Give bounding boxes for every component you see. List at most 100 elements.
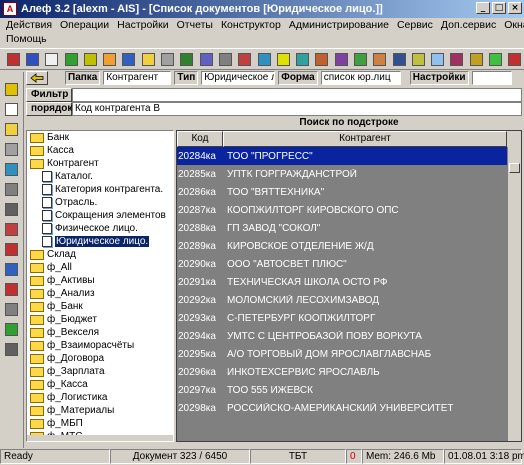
menu-item-r1-5[interactable]: Администрирование — [289, 19, 389, 31]
catalog-tree[interactable]: Банк Касса Контрагент Каталог. Категория кон… — [26, 130, 174, 442]
left-toolbar-button-11[interactable] — [3, 300, 21, 318]
back-arrow-button[interactable] — [26, 71, 48, 85]
toolbar-button-4[interactable] — [81, 50, 99, 69]
toolbar-button-5[interactable] — [100, 50, 118, 69]
table-row[interactable]: 20285ка УПТК ГОРГРАЖДАНСТРОЙ — [177, 165, 521, 183]
tree-node[interactable]: Юридическое лицо. — [27, 235, 173, 248]
toolbar-button-12[interactable] — [236, 50, 254, 69]
toolbar-button-16[interactable] — [313, 50, 331, 69]
tree-node[interactable]: ф_Банк — [27, 300, 173, 313]
toolbar-button-25[interactable] — [486, 50, 504, 69]
left-toolbar-button-10[interactable] — [3, 280, 21, 298]
tree-node[interactable]: Касса — [27, 144, 173, 157]
tree-node[interactable]: ф_Материалы — [27, 404, 173, 417]
minimize-button[interactable]: _ — [476, 2, 490, 14]
toolbar-button-15[interactable] — [293, 50, 311, 69]
left-toolbar-button-13[interactable] — [3, 340, 21, 358]
toolbar-button-19[interactable] — [371, 50, 389, 69]
toolbar-button-8[interactable] — [158, 50, 176, 69]
tree-node[interactable]: Контрагент — [27, 157, 173, 170]
tree-node[interactable]: ф_Договора — [27, 352, 173, 365]
tree-node[interactable]: ф_Логистика — [27, 391, 173, 404]
table-row[interactable]: 20284ка ТОО "ПРОГРЕСС" — [177, 147, 521, 165]
toolbar-button-6[interactable] — [120, 50, 138, 69]
toolbar-button-11[interactable] — [216, 50, 234, 69]
left-toolbar-button-2[interactable] — [3, 120, 21, 138]
menu-item-r1-6[interactable]: Сервис — [397, 19, 433, 31]
settings-field[interactable] — [471, 71, 512, 85]
toolbar-button-22[interactable] — [429, 50, 447, 69]
left-toolbar-button-4[interactable] — [3, 160, 21, 178]
tree-node[interactable]: ф_All — [27, 261, 173, 274]
left-toolbar-button-6[interactable] — [3, 200, 21, 218]
toolbar-button-24[interactable] — [467, 50, 485, 69]
toolbar-button-10[interactable] — [197, 50, 215, 69]
tree-node[interactable]: ф_Бюджет — [27, 313, 173, 326]
table-row[interactable]: 20289ка КИРОВСКОЕ ОТДЕЛЕНИЕ Ж/Д — [177, 237, 521, 255]
scrollbar-thumb[interactable] — [509, 163, 520, 173]
toolbar-button-0[interactable] — [4, 50, 22, 69]
tree-node[interactable]: Банк — [27, 131, 173, 144]
table-row[interactable]: 20291ка ТЕХНИЧЕСКАЯ ШКОЛА ОСТО РФ — [177, 273, 521, 291]
toolbar-button-1[interactable] — [23, 50, 41, 69]
order-field[interactable]: Код контрагента В — [72, 102, 522, 116]
toolbar-button-9[interactable] — [178, 50, 196, 69]
table-row[interactable]: 20293ка С-ПЕТЕРБУРГ КООПЖИЛТОРГ — [177, 309, 521, 327]
close-button[interactable]: × — [508, 2, 522, 14]
tree-node[interactable]: Склад — [27, 248, 173, 261]
table-row[interactable]: 20290ка ООО "АВТОСВЕТ ПЛЮС" — [177, 255, 521, 273]
menu-item-r1-7[interactable]: Доп.сервис — [441, 19, 496, 31]
col-header-code[interactable]: Код — [177, 131, 223, 147]
left-toolbar-button-7[interactable] — [3, 220, 21, 238]
toolbar-button-7[interactable] — [139, 50, 157, 69]
menu-item-r1-1[interactable]: Операции — [60, 19, 109, 31]
table-row[interactable]: 20298ка РОССИЙСКО-АМЕРИКАНСКИЙ УНИВЕРСИТЕ… — [177, 399, 521, 417]
toolbar-button-26[interactable] — [506, 50, 524, 69]
left-toolbar-button-0[interactable] — [3, 80, 21, 98]
tree-node[interactable]: ф_Касса — [27, 378, 173, 391]
menu-item-r1-2[interactable]: Настройки — [117, 19, 169, 31]
table-row[interactable]: 20297ка ТОО 555 ИЖЕВСК — [177, 381, 521, 399]
menu-item-r1-0[interactable]: Действия — [6, 19, 52, 31]
tree-node[interactable]: ф_Анализ — [27, 287, 173, 300]
toolbar-button-17[interactable] — [332, 50, 350, 69]
table-row[interactable]: 20288ка ГП ЗАВОД "СОКОЛ" — [177, 219, 521, 237]
toolbar-button-13[interactable] — [255, 50, 273, 69]
maximize-button[interactable]: □ — [492, 2, 506, 14]
tree-node[interactable]: ф_Активы — [27, 274, 173, 287]
left-toolbar-button-8[interactable] — [3, 240, 21, 258]
tree-node[interactable]: Категория контрагента. — [27, 183, 173, 196]
tree-node[interactable]: Каталог. — [27, 170, 173, 183]
order-button[interactable]: порядок — [26, 102, 72, 116]
col-header-name[interactable]: Контрагент — [223, 131, 507, 147]
left-toolbar-button-12[interactable] — [3, 320, 21, 338]
tree-node[interactable]: Физическое лицо. — [27, 222, 173, 235]
table-row[interactable]: 20292ка МОЛОМСКИЙ ЛЕСОХИМЗАВОД — [177, 291, 521, 309]
tree-node[interactable]: Сокращения элементов — [27, 209, 173, 222]
tree-node[interactable]: ф_Зарплата — [27, 365, 173, 378]
toolbar-button-3[interactable] — [62, 50, 80, 69]
menu-item-r2-0[interactable]: Помощь — [6, 33, 47, 45]
table-row[interactable]: 20294ка УМТС С ЦЕНТРОБАЗОЙ ПОВУ ВОРКУТА — [177, 327, 521, 345]
tree-horizontal-scrollbar[interactable] — [27, 435, 173, 441]
toolbar-button-23[interactable] — [448, 50, 466, 69]
left-toolbar-button-9[interactable] — [3, 260, 21, 278]
table-row[interactable]: 20296ка ИНКОТЕХСЕРВИС ЯРОСЛАВЛЬ — [177, 363, 521, 381]
menu-item-r1-4[interactable]: Конструктор — [221, 19, 281, 31]
table-row[interactable]: 20286ка ТОО "ВЯТТЕХНИКА" — [177, 183, 521, 201]
toolbar-button-14[interactable] — [274, 50, 292, 69]
left-toolbar-button-1[interactable] — [3, 100, 21, 118]
table-row[interactable]: 20295ка А/О ТОРГОВЫЙ ДОМ ЯРОСЛАВГЛАВСНАБ — [177, 345, 521, 363]
form-field[interactable]: список юр.лиц — [320, 71, 401, 85]
tree-node[interactable]: Отрасль. — [27, 196, 173, 209]
menu-item-r1-3[interactable]: Отчеты — [177, 19, 213, 31]
tree-node[interactable]: ф_Взаиморасчёты — [27, 339, 173, 352]
tree-node[interactable]: ф_Векселя — [27, 326, 173, 339]
toolbar-button-20[interactable] — [390, 50, 408, 69]
toolbar-button-18[interactable] — [351, 50, 369, 69]
menu-item-r1-8[interactable]: Окна — [504, 19, 524, 31]
tree-node[interactable]: ф_МБП — [27, 417, 173, 430]
left-toolbar-button-5[interactable] — [3, 180, 21, 198]
grid-vertical-scrollbar[interactable] — [507, 147, 521, 441]
type-field[interactable]: Юридическое л — [201, 71, 276, 85]
